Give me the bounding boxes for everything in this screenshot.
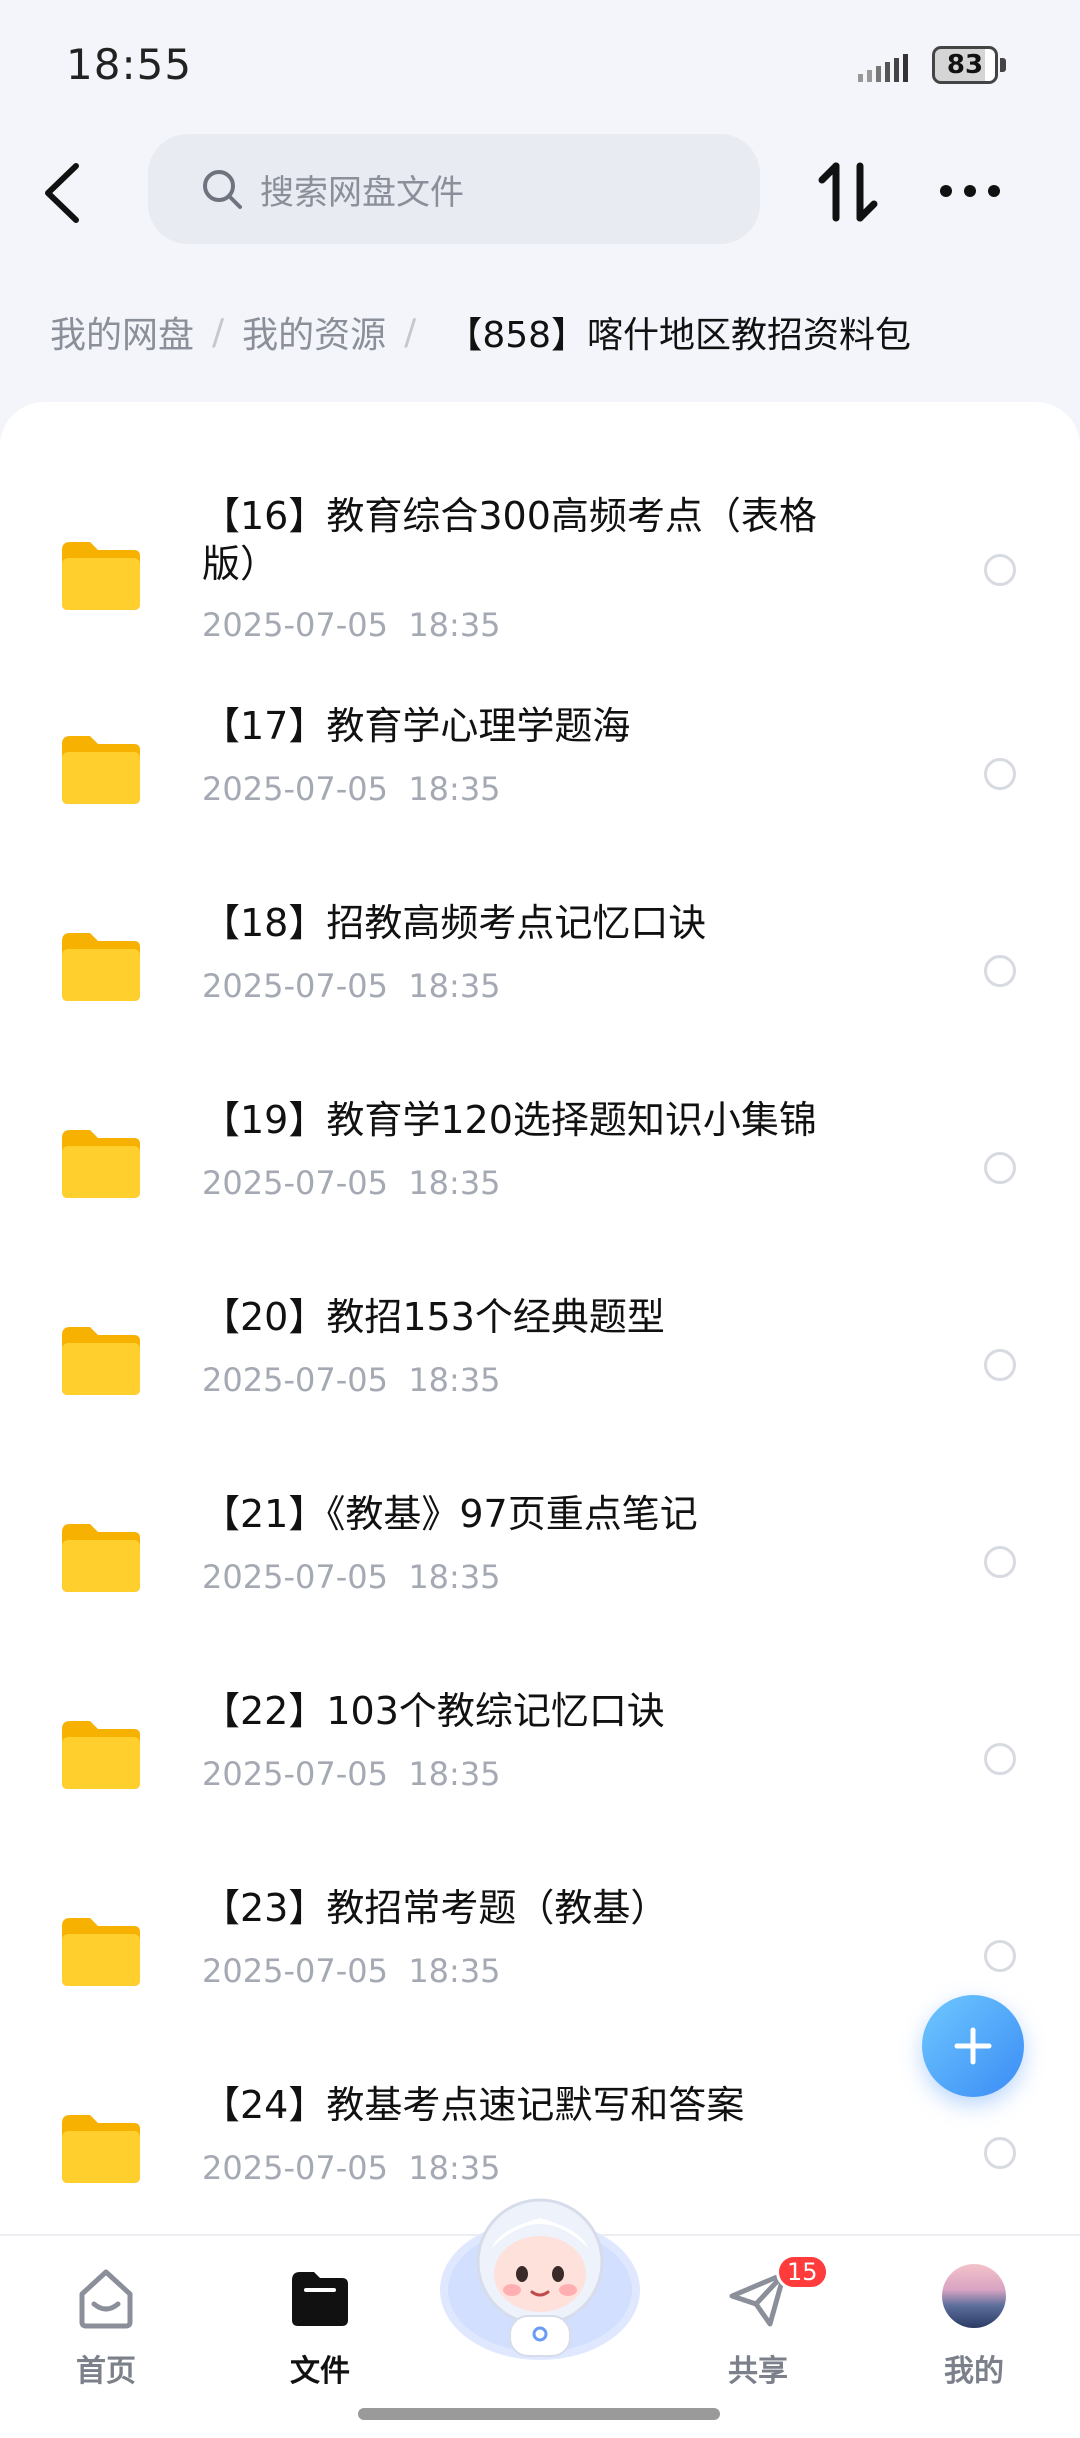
tab-files-label: 文件	[290, 2354, 350, 2389]
mascot-assistant-button[interactable]	[432, 2170, 648, 2370]
folder-icon	[62, 1918, 140, 1986]
breadcrumb-item-my-drive[interactable]: 我的网盘	[50, 306, 194, 358]
file-date: 2025-07-05 18:35	[202, 1952, 501, 1990]
status-bar: 18:55 83	[0, 0, 1080, 130]
status-time: 18:55	[66, 40, 193, 89]
add-button[interactable]	[922, 1995, 1024, 2097]
folder-icon	[62, 542, 140, 610]
select-radio[interactable]	[984, 955, 1016, 987]
file-date: 2025-07-05 18:35	[202, 1361, 501, 1399]
file-title: 【21】《教基》97页重点笔记	[202, 1492, 698, 1536]
list-item[interactable]: 【20】教招153个经典题型 2025-07-05 18:35	[0, 1293, 1080, 1413]
breadcrumb-separator: /	[212, 311, 225, 353]
search-icon	[203, 170, 242, 209]
list-item[interactable]: 【16】教育综合300高频考点（表格版） 2025-07-05 18:35	[0, 484, 1080, 652]
file-title: 【18】招教高频考点记忆口诀	[202, 901, 707, 945]
select-radio[interactable]	[984, 1349, 1016, 1381]
list-item[interactable]: 【19】教育学120选择题知识小集锦 2025-07-05 18:35	[0, 1096, 1080, 1216]
top-bar: 搜索网盘文件	[0, 130, 1080, 260]
folder-icon	[62, 933, 140, 1001]
share-badge: 15	[776, 2254, 829, 2290]
file-title: 【24】教基考点速记默写和答案	[202, 2083, 745, 2127]
file-title: 【23】教招常考题（教基）	[202, 1886, 669, 1930]
avatar	[942, 2264, 1006, 2328]
file-date: 2025-07-05 18:35	[202, 1558, 501, 1596]
plus-icon	[954, 2027, 992, 2065]
breadcrumb-item-my-resources[interactable]: 我的资源	[242, 306, 386, 358]
select-radio[interactable]	[984, 1152, 1016, 1184]
select-radio[interactable]	[984, 1546, 1016, 1578]
file-date: 2025-07-05 18:35	[202, 967, 501, 1005]
breadcrumb-separator: /	[404, 311, 417, 353]
list-item[interactable]: 【21】《教基》97页重点笔记 2025-07-05 18:35	[0, 1490, 1080, 1610]
battery-level: 83	[946, 50, 984, 80]
tab-share[interactable]: 15 共享	[688, 2254, 829, 2389]
more-icon[interactable]	[934, 166, 1006, 216]
tab-files[interactable]: 文件	[250, 2254, 390, 2389]
folder-icon	[62, 1327, 140, 1395]
battery-icon: 83	[932, 46, 1006, 84]
list-item[interactable]: 【22】103个教综记忆口诀 2025-07-05 18:35	[0, 1687, 1080, 1807]
select-radio[interactable]	[984, 1940, 1016, 1972]
list-item[interactable]: 【17】教育学心理学题海 2025-07-05 18:35	[0, 702, 1080, 822]
file-title: 【20】教招153个经典题型	[202, 1295, 665, 1339]
search-placeholder: 搜索网盘文件	[260, 172, 464, 213]
file-title: 【17】教育学心理学题海	[202, 704, 631, 748]
sort-icon[interactable]	[812, 156, 884, 228]
file-date: 2025-07-05 18:35	[202, 606, 501, 644]
file-date: 2025-07-05 18:35	[202, 1164, 501, 1202]
select-radio[interactable]	[984, 758, 1016, 790]
folder-icon	[62, 736, 140, 804]
folder-icon	[62, 1524, 140, 1592]
file-title: 【16】教育综合300高频考点（表格版）	[202, 494, 817, 586]
tab-home-label: 首页	[76, 2354, 136, 2389]
file-title: 【22】103个教综记忆口诀	[202, 1689, 665, 1733]
home-indicator	[358, 2408, 720, 2420]
file-title: 【19】教育学120选择题知识小集锦	[202, 1098, 817, 1142]
select-radio[interactable]	[984, 554, 1016, 586]
tab-share-label: 共享	[728, 2354, 788, 2389]
select-radio[interactable]	[984, 2137, 1016, 2169]
tab-home[interactable]: 首页	[36, 2254, 176, 2389]
select-radio[interactable]	[984, 1743, 1016, 1775]
file-date: 2025-07-05 18:35	[202, 770, 501, 808]
breadcrumb-current: 【858】喀什地区教招资料包	[446, 315, 912, 356]
folder-icon	[62, 2115, 140, 2183]
list-item[interactable]: 【23】教招常考题（教基） 2025-07-05 18:35	[0, 1884, 1080, 2004]
file-list: 【16】教育综合300高频考点（表格版） 2025-07-05 18:35 【1…	[0, 402, 1080, 2234]
folder-icon	[62, 1721, 140, 1789]
back-icon[interactable]	[36, 158, 96, 228]
signal-icon	[858, 54, 908, 82]
list-item[interactable]: 【18】招教高频考点记忆口诀 2025-07-05 18:35	[0, 899, 1080, 1019]
search-input[interactable]: 搜索网盘文件	[148, 134, 760, 244]
files-icon	[292, 2272, 348, 2326]
tab-mine-label: 我的	[944, 2354, 1004, 2389]
breadcrumb: 我的网盘 / 我的资源 / 【858】喀什地区教招资料包	[50, 302, 911, 362]
folder-icon	[62, 1130, 140, 1198]
tab-mine[interactable]: 我的	[904, 2254, 1044, 2389]
home-icon	[79, 2269, 133, 2329]
file-date: 2025-07-05 18:35	[202, 1755, 501, 1793]
